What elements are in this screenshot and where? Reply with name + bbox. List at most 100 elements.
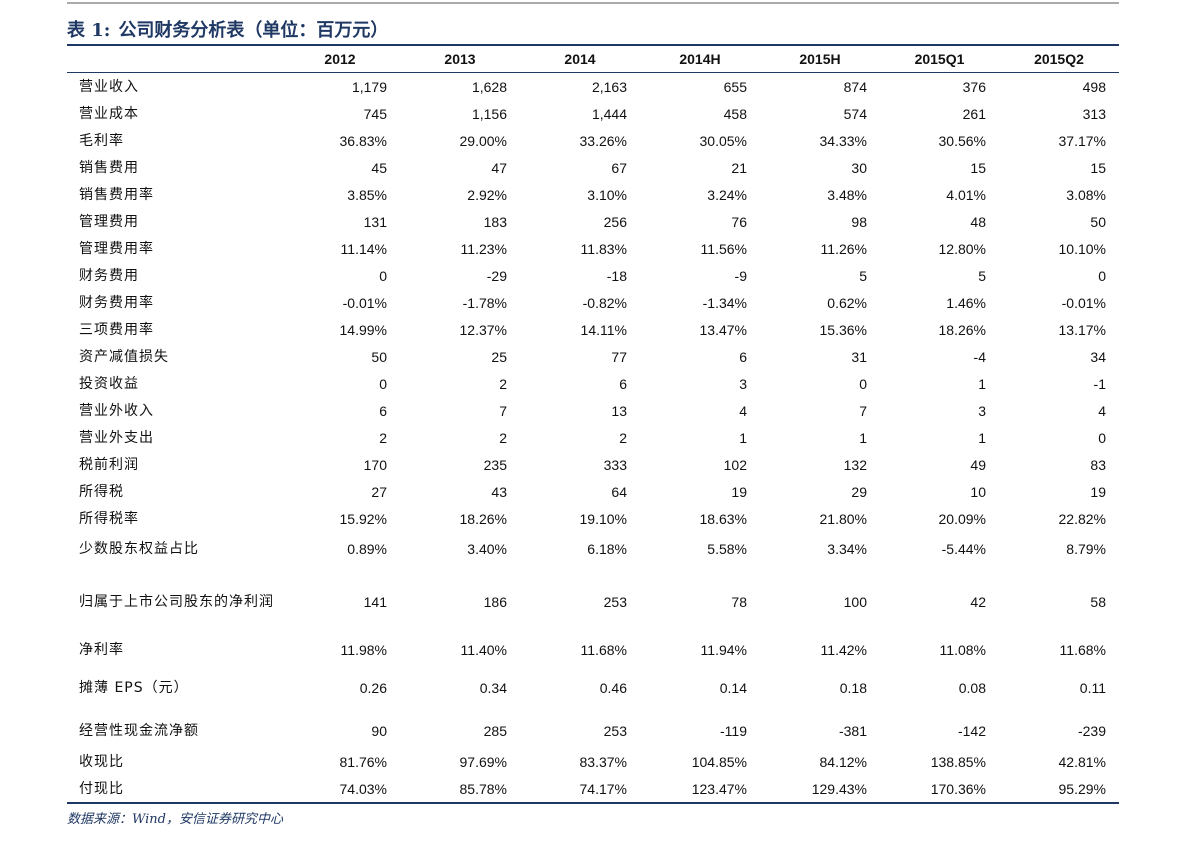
table-row: 少数股东权益占比 0.89% 3.40% 6.18% 5.58% 3.34% -5.44% 8… [67, 532, 1119, 565]
table-cell: 31 [851, 348, 867, 365]
table-cell: 29 [851, 483, 867, 500]
table-cell: -4 [973, 348, 986, 365]
table-cell: 0.08 [958, 680, 986, 696]
table-cell: -0.01% [1061, 294, 1106, 311]
table-cell: 5 [859, 267, 867, 284]
table-cell: 0.46 [599, 680, 627, 696]
table-cell: 85.78% [400, 775, 520, 804]
table-row: 毛利率 36.83% 29.00% 33.26% 30.05% 34.33% 30.56% 3… [67, 127, 1119, 154]
table-cell: -1.78% [462, 294, 507, 311]
row-label: 营业成本 [79, 105, 139, 122]
table-cell: 18.26% [938, 321, 986, 338]
table-cell: 19.10% [579, 510, 627, 527]
table-row: 财务费用率 -0.01% -1.78% -0.82% -1.34% 0.62% 1.46% -… [67, 289, 1119, 316]
table-cell: 0.26 [359, 680, 387, 696]
header-row: 2012 2013 2014 2014H 2015H 2015Q1 2015Q2 [67, 46, 1119, 73]
table-cell: 7 [499, 402, 507, 419]
table-cell: 21 [731, 159, 747, 176]
table-cell: 13 [611, 402, 627, 419]
table-cell: 6 [739, 348, 747, 365]
table-cell: 10 [970, 483, 986, 500]
table-cell: 1,628 [471, 78, 507, 95]
header-cell: 2014 [520, 46, 640, 73]
table-body: 营业收入 1,179 1,628 2,163 655 874 376 498 营业成本 745 1,… [67, 73, 1119, 804]
table-cell: 6 [379, 402, 387, 419]
table-cell: 11.68% [580, 642, 627, 658]
table-cell: 14.11% [580, 321, 627, 338]
row-label: 销售费用 [79, 159, 139, 176]
table-cell: 574 [843, 105, 867, 122]
table-cell: -119 [720, 723, 747, 739]
table-row: 资产减值损失 50 25 77 6 31 -4 34 [67, 343, 1119, 370]
table-cell: 84.12% [819, 753, 867, 770]
table-cell: 104.85% [691, 753, 747, 770]
table-cell: 30.05% [699, 132, 747, 149]
table-cell: 11.26% [820, 240, 867, 257]
row-label: 所得税率 [79, 510, 139, 527]
table-cell: 0.62% [827, 294, 867, 311]
table-cell: 74.17% [520, 775, 640, 804]
table-cell: 11.23% [460, 240, 507, 257]
row-label: 三项费用率 [79, 321, 154, 338]
table-cell: 874 [843, 78, 867, 95]
table-cell: 3.08% [1066, 186, 1106, 203]
caption-label: 表 1: [67, 20, 111, 41]
financial-analysis-table: 2012 2013 2014 2014H 2015H 2015Q1 2015Q2… [67, 46, 1119, 804]
table-cell: 3 [978, 402, 986, 419]
table-cell: -1 [1093, 375, 1106, 392]
row-label: 销售费用率 [79, 186, 154, 203]
table-row: 营业成本 745 1,156 1,444 458 574 261 313 [67, 100, 1119, 127]
table-cell: 313 [1082, 105, 1106, 122]
table-cell: 1 [978, 429, 986, 446]
table-row: 付现比 74.03% 85.78% 74.17% 123.47% 129.43% 170.3… [67, 775, 1119, 804]
table-cell: 11.94% [700, 642, 747, 658]
table-cell: 131 [363, 213, 387, 230]
row-label: 财务费用率 [79, 294, 154, 311]
table-cell: -9 [734, 267, 747, 284]
row-label: 管理费用 [79, 213, 139, 230]
table-cell: 11.40% [460, 642, 507, 658]
table-cell: 6 [619, 375, 627, 392]
table-cell: -142 [957, 723, 986, 739]
table-row: 收现比 81.76% 97.69% 83.37% 104.85% 84.12% 138.85… [67, 748, 1119, 775]
caption-text: 公司财务分析表（单位：百万元） [118, 20, 389, 41]
table-cell: 186 [483, 593, 507, 610]
table-cell: 2,163 [591, 78, 627, 95]
table-cell: 64 [611, 483, 627, 500]
row-label: 归属于上市公司股东的净利润 [79, 593, 274, 610]
table-cell: 170.36% [880, 775, 999, 804]
table-cell: 235 [483, 456, 507, 473]
table-cell: 3.40% [467, 540, 507, 557]
table-cell: 11.83% [580, 240, 627, 257]
table-cell: 0 [1098, 267, 1106, 284]
table-cell: 0.18 [839, 680, 867, 696]
table-cell: 3 [739, 375, 747, 392]
table-cell: 67 [611, 159, 627, 176]
header-cell [67, 46, 280, 73]
table-cell: 4 [739, 402, 747, 419]
table-cell: 5 [978, 267, 986, 284]
table-cell: 1 [859, 429, 867, 446]
row-label: 营业收入 [79, 78, 139, 95]
table-cell: 3.48% [827, 186, 867, 203]
header-cell: 2014H [640, 46, 760, 73]
table-cell: 129.43% [760, 775, 880, 804]
table-cell: 1,179 [351, 78, 387, 95]
table-cell: 2 [379, 429, 387, 446]
table-cell: 1,156 [471, 105, 507, 122]
table-cell: 30 [851, 159, 867, 176]
table-cell: 3.34% [827, 540, 867, 557]
table-cell: 102 [723, 456, 747, 473]
table-cell: 745 [363, 105, 387, 122]
table-cell: 50 [371, 348, 387, 365]
table-row: 管理费用率 11.14% 11.23% 11.83% 11.56% 11.26% 12.80… [67, 235, 1119, 262]
table-cell: 13.17% [1058, 321, 1106, 338]
table-cell: 12.80% [938, 240, 986, 257]
table-cell: 83 [1090, 456, 1106, 473]
table-cell: 10.10% [1058, 240, 1106, 257]
row-label: 少数股东权益占比 [79, 540, 199, 557]
header-cell: 2015Q2 [999, 46, 1119, 73]
table-cell: 1,444 [591, 105, 627, 122]
table-row: 所得税 27 43 64 19 29 10 19 [67, 478, 1119, 505]
table-cell: 183 [483, 213, 507, 230]
